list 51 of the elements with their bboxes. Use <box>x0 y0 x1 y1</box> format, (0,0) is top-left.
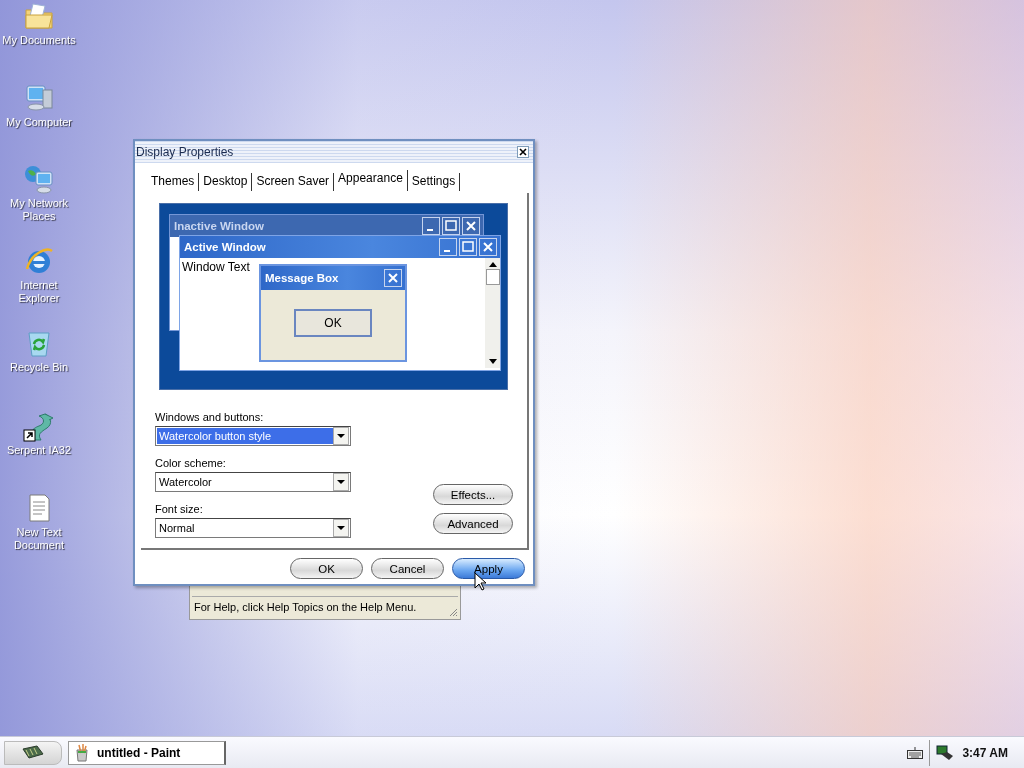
keyboard-icon[interactable] <box>907 746 924 759</box>
maximize-icon <box>459 238 477 256</box>
status-text: For Help, click Help Topics on the Help Menu. <box>194 601 417 613</box>
scroll-up-icon <box>488 261 497 267</box>
caret-icon[interactable] <box>333 473 349 491</box>
pill-button[interactable]: Effects... <box>433 484 513 505</box>
window-title: Active Window <box>184 241 266 253</box>
dropdown[interactable]: Watercolor <box>155 472 351 492</box>
start-button[interactable] <box>4 740 62 765</box>
close-icon[interactable] <box>517 146 529 158</box>
close-icon <box>479 238 497 256</box>
icon-label: New Text Document <box>12 526 66 552</box>
field-label: Font size: <box>155 503 204 515</box>
dropdown-value: Watercolor <box>158 475 213 490</box>
paint-cup-icon <box>75 743 89 762</box>
icon-label: Serpent IA32 <box>6 444 72 457</box>
caret-icon[interactable] <box>333 519 349 537</box>
window-title: Message Box <box>265 272 339 284</box>
icon-label: My Network Places <box>8 197 70 223</box>
field-label: Color scheme: <box>155 457 227 469</box>
clock: 3:47 AM <box>962 745 1008 760</box>
minimize-icon <box>439 238 457 256</box>
icon-label: Recycle Bin <box>9 361 69 374</box>
pill-button[interactable]: Advanced <box>433 513 513 534</box>
icon-label: Internet Explorer <box>17 279 61 305</box>
window-title: Inactive Window <box>174 220 264 232</box>
taskbar-button[interactable]: untitled - Paint <box>68 740 226 765</box>
resize-grip-icon[interactable] <box>448 607 458 617</box>
tab[interactable]: Settings <box>407 173 461 191</box>
scroll-down-icon <box>488 359 497 365</box>
dragon-icon[interactable] <box>23 410 55 442</box>
ok-button[interactable]: OK <box>294 309 372 337</box>
dialog-button[interactable]: Cancel <box>371 558 444 579</box>
dropdown[interactable]: Watercolor button style <box>155 426 351 446</box>
window-text: Window Text <box>182 260 250 274</box>
dialog-button[interactable]: OK <box>290 558 363 579</box>
field-label: Windows and buttons: <box>155 411 265 423</box>
icon-label: My Documents <box>2 34 76 47</box>
tab[interactable]: Themes <box>147 173 200 191</box>
dropdown-value: Normal <box>158 521 196 536</box>
caret-icon[interactable] <box>333 427 349 445</box>
close-icon <box>384 269 402 287</box>
dropdown-value: Watercolor button style <box>157 428 333 444</box>
window-title: Display Properties <box>136 145 234 159</box>
icon-label: My Computer <box>6 116 72 129</box>
dialog-button[interactable]: Apply <box>452 558 525 579</box>
network-computer-icon[interactable] <box>23 163 55 195</box>
folder-icon[interactable] <box>23 0 55 32</box>
tab[interactable]: Desktop <box>199 173 253 191</box>
start-icon <box>21 744 45 761</box>
dropdown[interactable]: Normal <box>155 518 351 538</box>
